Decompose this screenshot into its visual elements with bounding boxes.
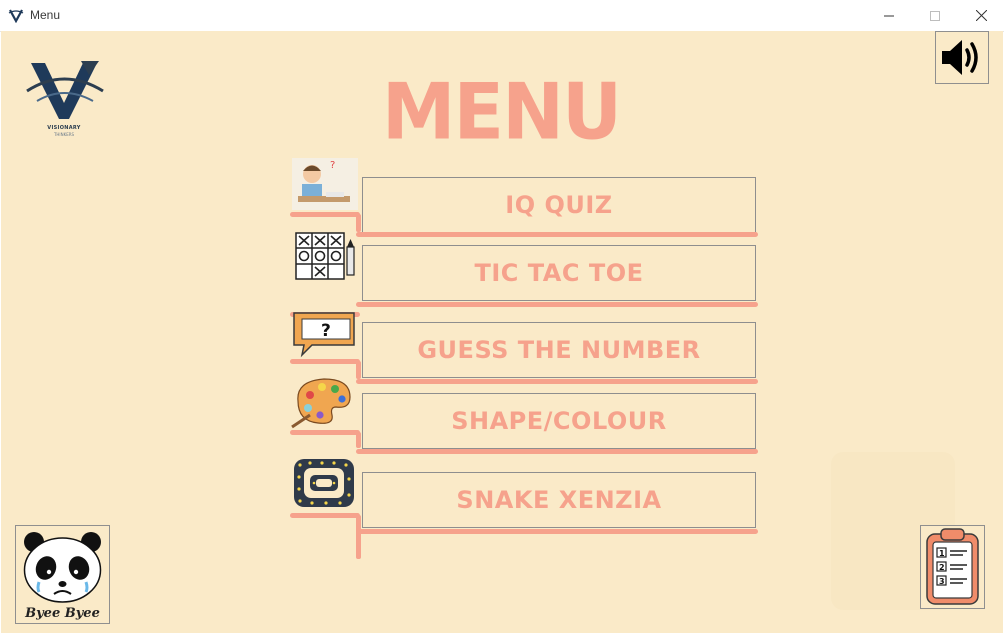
minimize-icon <box>884 15 894 16</box>
svg-text:?: ? <box>330 160 335 171</box>
tic-tac-toe-grid-icon <box>295 232 355 280</box>
shape-colour-button[interactable]: SHAPE/COLOUR <box>362 393 756 449</box>
guess-the-number-button[interactable]: GUESS THE NUMBER <box>362 322 756 378</box>
snake-xenzia-underline <box>356 529 758 534</box>
logo-emblem-icon <box>26 61 104 119</box>
visionary-thinkers-logo: VISIONARY THINKERS <box>23 57 105 141</box>
title-bar: Menu <box>0 0 1004 32</box>
svg-text:2: 2 <box>939 563 945 572</box>
clipboard-list-icon: 1 2 3 <box>926 528 979 605</box>
menu-item-tic-tac-toe: TIC TAC TOE <box>290 229 758 317</box>
snake-icon <box>294 459 354 507</box>
logo-subtitle: THINKERS <box>53 132 75 137</box>
maximize-icon <box>930 10 940 21</box>
tic-tac-toe-button[interactable]: TIC TAC TOE <box>362 245 756 301</box>
iq-quiz-button[interactable]: IQ QUIZ <box>362 177 756 233</box>
svg-text:?: ? <box>321 321 331 341</box>
logo-name: VISIONARY <box>47 125 81 131</box>
student-quiz-icon: ? <box>292 158 358 210</box>
snake-connector <box>356 515 361 559</box>
exit-label: Byee Byee <box>25 606 100 621</box>
close-button[interactable] <box>958 0 1004 31</box>
rules-button[interactable]: 1 2 3 <box>920 525 985 609</box>
close-icon <box>975 10 987 21</box>
sad-panda-icon <box>23 532 102 603</box>
app-logo-icon <box>8 9 24 23</box>
speaker-volume-icon <box>942 40 978 75</box>
menu-item-snake-xenzia: SNAKE XENZIA <box>290 455 758 559</box>
paint-palette-icon <box>291 378 351 429</box>
exit-button[interactable]: Byee Byee <box>15 525 110 624</box>
shape-colour-underline <box>356 449 758 454</box>
menu-item-iq-quiz: ? IQ QUIZ <box>290 156 758 237</box>
menu-screen: VISIONARY THINKERS MENU ? IQ QUIZ TIC TA… <box>1 31 1003 633</box>
window-title: Menu <box>30 8 61 22</box>
snake-shelf <box>290 513 360 518</box>
question-sign-icon: ? <box>293 312 355 358</box>
snake-xenzia-button[interactable]: SNAKE XENZIA <box>362 472 756 528</box>
guess-shelf <box>290 359 360 364</box>
menu-item-shape-colour: SHAPE/COLOUR <box>290 375 758 455</box>
palette-connector <box>356 432 361 448</box>
palette-shelf <box>290 430 360 435</box>
maximize-button[interactable] <box>912 0 958 31</box>
menu-title: MENU <box>381 66 622 158</box>
svg-text:3: 3 <box>939 577 945 586</box>
quiz-shelf <box>290 212 360 217</box>
sound-toggle-button[interactable] <box>935 31 989 84</box>
svg-text:1: 1 <box>939 549 945 558</box>
minimize-button[interactable] <box>866 0 912 31</box>
